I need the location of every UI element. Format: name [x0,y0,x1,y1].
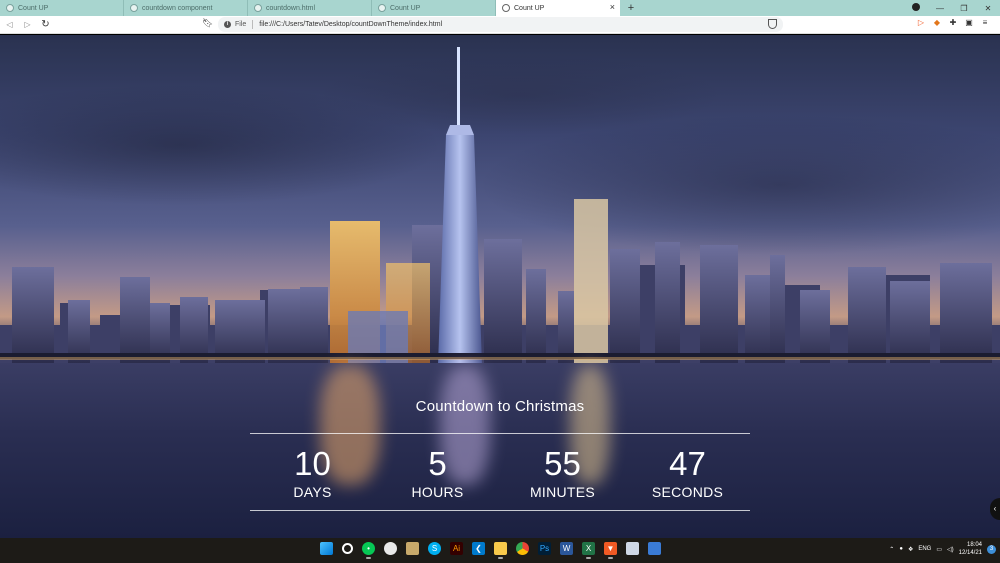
countdown-title: Countdown to Christmas [415,398,585,415]
dropbox-icon[interactable]: ❖ [908,546,913,553]
tab-countdown-component[interactable]: countdown component [124,0,248,16]
chromium-icon[interactable] [384,542,397,555]
close-tab-icon[interactable]: × [610,2,615,12]
new-tab-button[interactable]: + [623,0,639,16]
globe-icon [254,4,262,12]
tab-count-up-active[interactable]: Count UP × [496,0,620,16]
extensions-puzzle-icon[interactable]: ✚ [948,18,958,28]
countdown-seconds: 47 SECONDS [633,445,743,501]
search-icon[interactable] [342,543,353,554]
chrome-icon[interactable] [516,542,529,555]
page-viewport: Countdown to Christmas 10 DAYS 5 HOURS 5… [0,35,1000,538]
window-controls: — ❐ ✕ [904,0,1000,16]
chevron-up-icon[interactable]: ⌃ [889,546,894,553]
brave-icon[interactable]: ▼ [604,542,617,559]
close-window-icon[interactable]: ✕ [976,4,1000,13]
tab-strip: Count UP countdown component countdown.h… [0,0,1000,16]
seconds-label: SECONDS [651,484,724,500]
folder-icon[interactable] [494,542,507,559]
brave-rewards-icon[interactable]: ▷ [916,18,926,28]
line-app-icon[interactable]: • [362,542,375,559]
adobe-illustrator-icon[interactable]: Ai [450,542,463,555]
word-icon[interactable]: W [560,542,573,555]
globe-icon [6,4,14,12]
divider [252,20,254,29]
info-icon[interactable]: i [224,21,231,28]
minutes-label: MINUTES [529,484,596,500]
display-icon[interactable]: ▭ [936,546,942,553]
days-value: 10 [294,445,331,482]
days-label: DAYS [293,484,332,500]
minutes-value: 55 [544,445,581,482]
countdown-units: 10 DAYS 5 HOURS 55 MINUTES 47 SECONDS [250,434,750,510]
hours-value: 5 [428,445,447,482]
menu-icon[interactable]: ≡ [980,18,990,28]
excel-icon[interactable]: X [582,542,595,559]
browser-toolbar: ◁ ▷ ↻ 🔖︎ i File file:///C:/Users/Tatev/D… [0,16,1000,34]
countdown-days: 10 DAYS [258,445,368,501]
clock-time: 18:04 [966,542,982,548]
wallet-icon[interactable]: ▣ [964,18,974,28]
notification-badge[interactable]: 3 [987,544,996,554]
extension-icons: ▷ ◆ ✚ ▣ ≡ [916,18,990,28]
image-viewer-icon[interactable] [648,542,661,555]
tab-title: Count UP [514,4,545,12]
tab-title: Count UP [390,4,421,12]
photos-icon[interactable] [626,542,639,555]
countdown-minutes: 55 MINUTES [508,445,618,501]
globe-icon [502,4,510,12]
system-tray: ⌃ ● ❖ ENG ▭ ◁) 18:04 12/14/21 3 [889,541,996,557]
vscode-icon[interactable]: ❮ [472,542,485,555]
tab-title: Count UP [18,4,49,12]
hours-label: HOURS [411,484,464,500]
url-scheme: File [235,21,247,28]
city-skyline-image [0,47,1000,365]
reload-icon[interactable]: ↻ [37,17,54,33]
volume-icon[interactable]: ◁) [947,546,954,553]
file-manager-icon[interactable] [406,542,419,555]
address-bar[interactable]: i File file:///C:/Users/Tatev/Desktop/co… [218,17,783,32]
divider-bottom [250,510,750,511]
countdown-hours: 5 HOURS [383,445,493,501]
seconds-value: 47 [669,445,706,482]
taskbar-apps: • S Ai ❮ Ps W X ▼ [320,542,661,559]
brave-shields-icon[interactable] [768,19,777,29]
tab-count-up-1[interactable]: Count UP [0,0,124,16]
back-icon[interactable]: ◁ [1,17,18,33]
photoshop-icon[interactable]: Ps [538,542,551,555]
clock[interactable]: 18:04 12/14/21 [959,541,982,557]
tray-app-icon[interactable]: ● [899,546,903,552]
metamask-icon[interactable]: ◆ [932,18,942,28]
bookmark-icon[interactable]: 🔖︎ [202,18,213,29]
tab-countdown-html[interactable]: countdown.html [248,0,372,16]
tab-title: countdown.html [266,4,316,12]
restore-icon[interactable]: ❐ [952,4,976,13]
globe-icon [378,4,386,12]
clock-date: 12/14/21 [958,550,982,556]
language-indicator[interactable]: ENG [918,546,931,552]
minimize-icon[interactable]: — [928,4,952,13]
tab-title: countdown component [142,4,213,12]
windows-start-icon[interactable] [320,542,333,555]
countdown-panel: Countdown to Christmas 10 DAYS 5 HOURS 5… [250,398,750,511]
url-text[interactable]: file:///C:/Users/Tatev/Desktop/countDown… [259,21,442,28]
skype-icon[interactable]: S [428,542,441,555]
globe-icon [130,4,138,12]
tab-count-up-2[interactable]: Count UP [372,0,496,16]
windows-taskbar: • S Ai ❮ Ps W X ▼ ⌃ ● ❖ ENG ▭ ◁) 18:04 1… [0,538,1000,563]
forward-icon[interactable]: ▷ [19,17,36,33]
profile-icon[interactable] [904,3,928,13]
